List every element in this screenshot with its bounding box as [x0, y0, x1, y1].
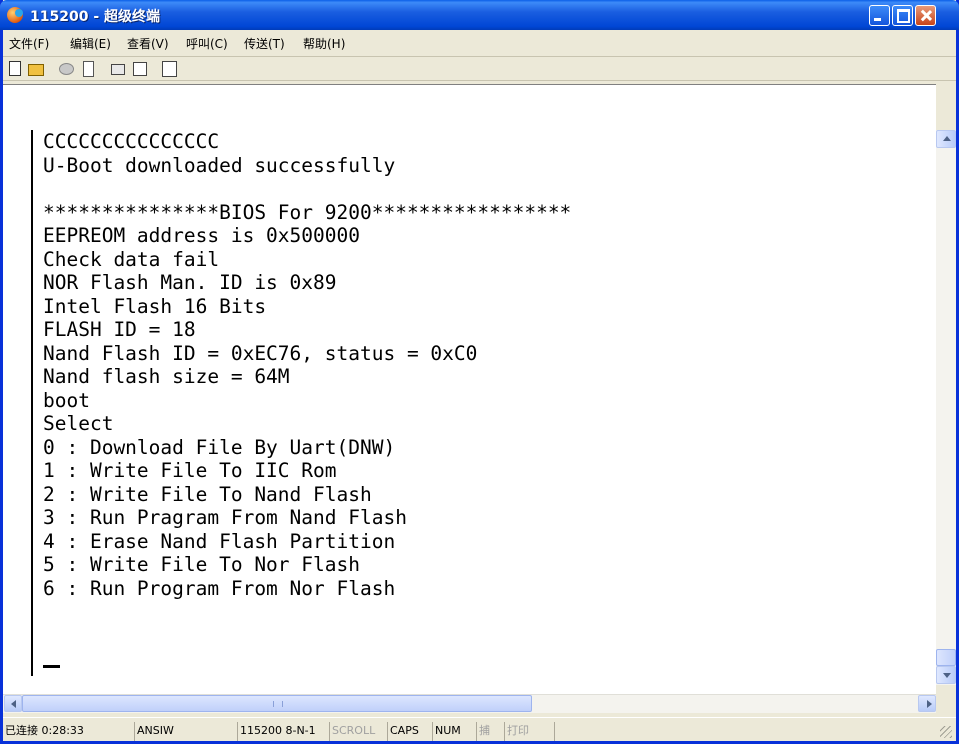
- resize-grip-icon[interactable]: [940, 726, 952, 738]
- status-print: 打印: [505, 722, 555, 741]
- down-arrow-icon: [943, 673, 951, 678]
- terminal-window: 115200 - 超级终端 文件(F) 编辑(E) 查看(V) 呼叫(C) 传送…: [0, 0, 959, 744]
- scroll-left-button[interactable]: [4, 695, 22, 712]
- status-capture: 捕: [477, 722, 505, 741]
- scroll-right-button[interactable]: [918, 695, 936, 712]
- vertical-scrollbar[interactable]: [936, 130, 956, 685]
- up-arrow-icon: [943, 136, 951, 141]
- right-arrow-icon: [927, 700, 932, 708]
- vertical-scroll-thumb[interactable]: [936, 649, 956, 666]
- grip-icon: [273, 701, 283, 707]
- horizontal-scroll-thumb[interactable]: [22, 695, 532, 712]
- text-cursor: [43, 665, 60, 668]
- status-caps: CAPS: [388, 722, 433, 741]
- status-emulation: ANSIW: [135, 722, 238, 741]
- status-connected: 已连接 0:28:33: [3, 722, 135, 741]
- status-port: 115200 8-N-1: [238, 722, 330, 741]
- terminal-area[interactable]: CCCCCCCCCCCCCCC U-Boot downloaded succes…: [3, 0, 956, 695]
- left-arrow-icon: [11, 700, 16, 708]
- scroll-up-button[interactable]: [936, 130, 956, 148]
- horizontal-scrollbar[interactable]: [3, 694, 936, 713]
- status-scroll: SCROLL: [330, 722, 388, 741]
- left-margin-line: [31, 130, 33, 676]
- status-num: NUM: [433, 722, 477, 741]
- status-bar: 已连接 0:28:33 ANSIW 115200 8-N-1 SCROLL CA…: [3, 717, 956, 742]
- terminal-output: CCCCCCCCCCCCCCC U-Boot downloaded succes…: [43, 130, 572, 600]
- scroll-down-button[interactable]: [936, 666, 956, 684]
